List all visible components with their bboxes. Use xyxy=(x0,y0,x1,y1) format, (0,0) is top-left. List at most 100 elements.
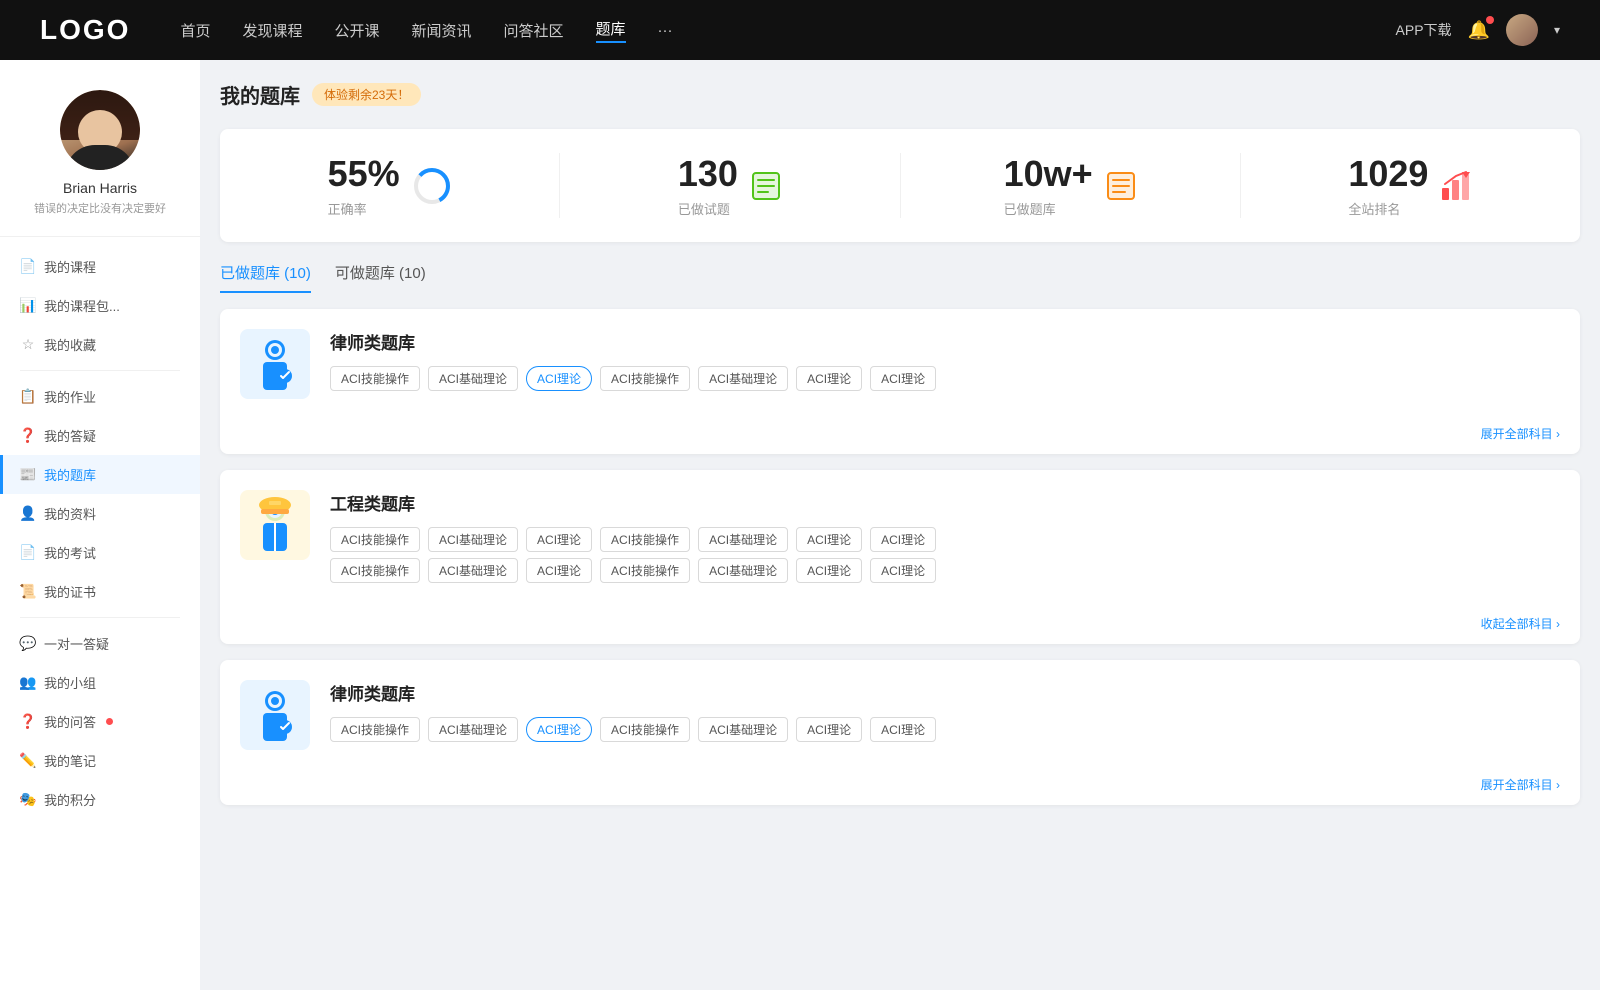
tab-available-banks[interactable]: 可做题库 (10) xyxy=(335,262,426,293)
stat-accuracy-value: 55% xyxy=(328,153,400,195)
user-motto: 错误的决定比没有决定要好 xyxy=(20,200,180,216)
tag-eng-r1-6[interactable]: ACI理论 xyxy=(870,527,936,552)
my-qa-badge xyxy=(106,718,113,725)
tag-lawyer1-1[interactable]: ACI基础理论 xyxy=(428,366,518,391)
nav-question-bank[interactable]: 题库 xyxy=(596,18,626,43)
tag-lawyer2-1[interactable]: ACI基础理论 xyxy=(428,717,518,742)
tag-eng-r2-4[interactable]: ACI基础理论 xyxy=(698,558,788,583)
nav-qa[interactable]: 问答社区 xyxy=(504,20,564,41)
one-on-one-icon: 💬 xyxy=(20,636,36,652)
tag-eng-r2-1[interactable]: ACI基础理论 xyxy=(428,558,518,583)
done-questions-icon xyxy=(750,170,782,202)
lawyer-icon-wrap-1 xyxy=(240,329,310,399)
tags-row-engineer-1: ACI技能操作 ACI基础理论 ACI理论 ACI技能操作 ACI基础理论 AC… xyxy=(330,527,1560,552)
stat-accuracy: 55% 正确率 xyxy=(220,153,560,218)
tag-eng-r1-3[interactable]: ACI技能操作 xyxy=(600,527,690,552)
nav-home[interactable]: 首页 xyxy=(180,20,210,41)
tag-lawyer1-0[interactable]: ACI技能操作 xyxy=(330,366,420,391)
category-card-lawyer-1: 律师类题库 ACI技能操作 ACI基础理论 ACI理论 ACI技能操作 ACI基… xyxy=(220,309,1580,454)
tab-done-banks[interactable]: 已做题库 (10) xyxy=(220,262,311,293)
notes-icon: ✏️ xyxy=(20,753,36,769)
certificate-icon: 📜 xyxy=(20,584,36,600)
nav-discover[interactable]: 发现课程 xyxy=(242,20,302,41)
lawyer-svg-icon-2 xyxy=(251,687,299,743)
app-download-link[interactable]: APP下载 xyxy=(1396,20,1452,40)
ranking-icon xyxy=(1440,170,1472,202)
my-course-icon: 📄 xyxy=(20,259,36,275)
sidebar-item-group[interactable]: 👥 我的小组 xyxy=(0,663,200,702)
group-icon: 👥 xyxy=(20,675,36,691)
main-layout: Brian Harris 错误的决定比没有决定要好 📄 我的课程 📊 我的课程包… xyxy=(0,60,1600,990)
sidebar-item-profile[interactable]: 👤 我的资料 xyxy=(0,494,200,533)
stat-done-banks-label: 已做题库 xyxy=(1004,199,1093,218)
engineer-svg-icon xyxy=(251,497,299,553)
sidebar-item-favorites[interactable]: ☆ 我的收藏 xyxy=(0,325,200,364)
sidebar-item-question-bank[interactable]: 📰 我的题库 xyxy=(0,455,200,494)
sidebar-item-my-qa[interactable]: ❓ 我的问答 xyxy=(0,702,200,741)
notification-bell[interactable]: 🔔 xyxy=(1468,20,1490,41)
tag-eng-r1-0[interactable]: ACI技能操作 xyxy=(330,527,420,552)
expand-lawyer-1[interactable]: 展开全部科目 › xyxy=(220,419,1580,454)
expand-lawyer-2[interactable]: 展开全部科目 › xyxy=(220,770,1580,805)
tag-eng-r2-3[interactable]: ACI技能操作 xyxy=(600,558,690,583)
stat-done-questions-label: 已做试题 xyxy=(678,199,738,218)
tag-eng-r2-2[interactable]: ACI理论 xyxy=(526,558,592,583)
tag-lawyer2-0[interactable]: ACI技能操作 xyxy=(330,717,420,742)
sidebar-item-course-package[interactable]: 📊 我的课程包... xyxy=(0,286,200,325)
tag-lawyer1-6[interactable]: ACI理论 xyxy=(870,366,936,391)
nav-news[interactable]: 新闻资讯 xyxy=(412,20,472,41)
stat-done-questions: 130 已做试题 xyxy=(560,153,900,218)
stat-done-banks: 10w+ 已做题库 xyxy=(901,153,1241,218)
sidebar-item-notes[interactable]: ✏️ 我的笔记 xyxy=(0,741,200,780)
nav-open-course[interactable]: 公开课 xyxy=(334,20,379,41)
collapse-engineer[interactable]: 收起全部科目 › xyxy=(220,609,1580,644)
accuracy-chart-icon xyxy=(412,166,452,206)
sidebar-divider-1 xyxy=(20,370,180,371)
tag-eng-r1-4[interactable]: ACI基础理论 xyxy=(698,527,788,552)
logo: LOGO xyxy=(40,14,130,46)
stat-ranking: 1029 全站排名 xyxy=(1241,153,1580,218)
page-title: 我的题库 xyxy=(220,80,300,109)
sidebar-item-qa[interactable]: ❓ 我的答疑 xyxy=(0,416,200,455)
homework-icon: 📋 xyxy=(20,389,36,405)
tag-eng-r2-5[interactable]: ACI理论 xyxy=(796,558,862,583)
my-qa-icon: ❓ xyxy=(20,714,36,730)
tag-lawyer1-4[interactable]: ACI基础理论 xyxy=(698,366,788,391)
tag-eng-r1-5[interactable]: ACI理论 xyxy=(796,527,862,552)
category-name-lawyer-1: 律师类题库 xyxy=(330,329,1560,354)
done-banks-icon xyxy=(1105,170,1137,202)
tag-eng-r2-0[interactable]: ACI技能操作 xyxy=(330,558,420,583)
nav-more[interactable]: ··· xyxy=(658,22,673,39)
tag-lawyer2-6[interactable]: ACI理论 xyxy=(870,717,936,742)
profile-icon: 👤 xyxy=(20,506,36,522)
tag-lawyer1-5[interactable]: ACI理论 xyxy=(796,366,862,391)
sidebar-item-points[interactable]: 🎭 我的积分 xyxy=(0,780,200,819)
sidebar-item-one-on-one[interactable]: 💬 一对一答疑 xyxy=(0,624,200,663)
tag-lawyer1-3[interactable]: ACI技能操作 xyxy=(600,366,690,391)
exam-icon: 📄 xyxy=(20,545,36,561)
tag-lawyer1-2[interactable]: ACI理论 xyxy=(526,366,592,391)
tag-eng-r2-6[interactable]: ACI理论 xyxy=(870,558,936,583)
tag-lawyer2-4[interactable]: ACI基础理论 xyxy=(698,717,788,742)
user-avatar-nav[interactable] xyxy=(1506,14,1538,46)
engineer-icon-wrap xyxy=(240,490,310,560)
sidebar-item-exam[interactable]: 📄 我的考试 xyxy=(0,533,200,572)
tag-eng-r1-2[interactable]: ACI理论 xyxy=(526,527,592,552)
tag-lawyer2-5[interactable]: ACI理论 xyxy=(796,717,862,742)
page-header: 我的题库 体验剩余23天！ xyxy=(220,80,1580,109)
category-name-lawyer-2: 律师类题库 xyxy=(330,680,1560,705)
sidebar-divider-2 xyxy=(20,617,180,618)
sidebar-item-homework[interactable]: 📋 我的作业 xyxy=(0,377,200,416)
navbar-right: APP下载 🔔 ▾ xyxy=(1396,14,1560,46)
user-dropdown-arrow[interactable]: ▾ xyxy=(1554,23,1560,37)
sidebar-item-my-course[interactable]: 📄 我的课程 xyxy=(0,247,200,286)
points-icon: 🎭 xyxy=(20,792,36,808)
tag-lawyer2-2[interactable]: ACI理论 xyxy=(526,717,592,742)
stat-done-questions-value: 130 xyxy=(678,153,738,195)
sidebar-item-certificate[interactable]: 📜 我的证书 xyxy=(0,572,200,611)
user-profile: Brian Harris 错误的决定比没有决定要好 xyxy=(0,80,200,237)
tag-lawyer2-3[interactable]: ACI技能操作 xyxy=(600,717,690,742)
sidebar-menu: 📄 我的课程 📊 我的课程包... ☆ 我的收藏 📋 我的作业 ❓ 我的答疑 � xyxy=(0,247,200,819)
tag-eng-r1-1[interactable]: ACI基础理论 xyxy=(428,527,518,552)
category-name-engineer: 工程类题库 xyxy=(330,490,1560,515)
